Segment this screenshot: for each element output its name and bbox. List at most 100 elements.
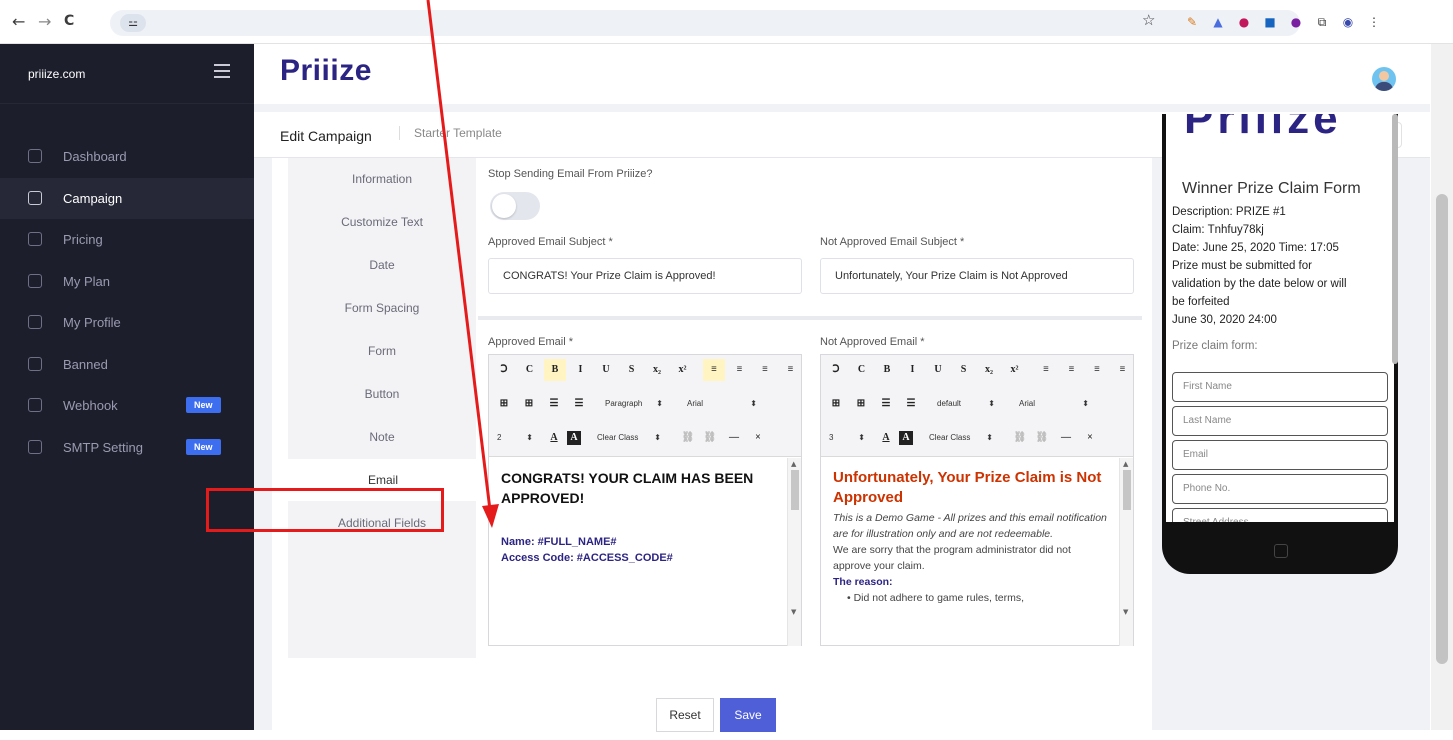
toolbar-button[interactable]: B: [544, 359, 566, 381]
toolbar-button[interactable]: U: [595, 359, 617, 381]
sidebar-item-banned[interactable]: Banned: [0, 344, 254, 386]
dot-icon[interactable]: ●: [1288, 14, 1304, 30]
tab-button[interactable]: Button: [288, 373, 476, 415]
preview-field-first-name[interactable]: First Name: [1172, 372, 1388, 402]
toolbar-button[interactable]: x₂: [978, 359, 1000, 381]
list-format-button[interactable]: ☰: [543, 393, 565, 415]
approved-editor-scrollbar[interactable]: ▲ ▼: [787, 458, 801, 646]
toolbar-button[interactable]: Ↄ: [493, 359, 515, 381]
not-approved-email-editor[interactable]: Ↄ C B I U Sx₂ x² ≡ ≡ ≡ ≡ ⊞ ⊞ ☰ ☰ default ⬍ Arial ⬍ 3 ⬍ A A Clea…: [820, 354, 1134, 646]
pen-icon[interactable]: ✎: [1184, 14, 1200, 30]
breadcrumb[interactable]: Starter Template: [399, 126, 502, 140]
preview-scrollbar[interactable]: [1392, 114, 1398, 374]
toolbar-button[interactable]: S: [953, 359, 975, 381]
puzzle-icon[interactable]: ⧉: [1314, 14, 1330, 30]
site-info-icon[interactable]: ⚍: [120, 14, 146, 32]
font-select[interactable]: Arial ⬍: [687, 393, 757, 415]
logo[interactable]: Priiize: [280, 54, 372, 88]
toolbar-button[interactable]: C: [851, 359, 873, 381]
sidebar-item-smtp-setting[interactable]: SMTP Setting New: [0, 427, 254, 469]
window-scrollbar[interactable]: [1431, 44, 1453, 730]
sidebar-item-my-profile[interactable]: My Profile: [0, 302, 254, 344]
hamburger-icon[interactable]: [214, 64, 230, 78]
preview-field-email[interactable]: Email: [1172, 440, 1388, 470]
approved-subject-input[interactable]: CONGRATS! Your Prize Claim is Approved!: [488, 258, 802, 294]
sidebar-item-webhook[interactable]: Webhook New: [0, 385, 254, 427]
unlink-icon[interactable]: ⛓: [1031, 427, 1053, 449]
toolbar-button[interactable]: ≡: [754, 359, 776, 381]
menu-icon[interactable]: ⋮: [1366, 14, 1382, 30]
font-select[interactable]: Arial ⬍: [1019, 393, 1089, 415]
toolbar-button[interactable]: ≡: [1086, 359, 1108, 381]
list-format-button[interactable]: ⊞: [825, 393, 847, 415]
toolbar-button[interactable]: ≡: [780, 359, 802, 381]
font-size-select[interactable]: 2 ⬍: [497, 427, 533, 449]
unlink-icon[interactable]: ⛓: [699, 427, 721, 449]
not-approved-subject-input[interactable]: Unfortunately, Your Prize Claim is Not A…: [820, 258, 1134, 294]
horizontal-rule-icon[interactable]: —: [723, 427, 745, 449]
list-format-button[interactable]: ⊞: [493, 393, 515, 415]
toolbar-button[interactable]: S: [621, 359, 643, 381]
font-color-button[interactable]: A: [543, 427, 565, 449]
toolbar-button[interactable]: ≡: [729, 359, 751, 381]
profile-icon[interactable]: ◉: [1340, 14, 1356, 30]
font-size-select[interactable]: 3 ⬍: [829, 427, 865, 449]
tab-form-spacing[interactable]: Form Spacing: [288, 287, 476, 329]
preview-field-phone-no[interactable]: Phone No.: [1172, 474, 1388, 504]
save-button[interactable]: Save: [720, 698, 776, 732]
list-format-button[interactable]: ☰: [568, 393, 590, 415]
horizontal-rule-icon[interactable]: —: [1055, 427, 1077, 449]
not-approved-email-body[interactable]: Unfortunately, Your Prize Claim is Not A…: [821, 458, 1133, 646]
toolbar-button[interactable]: U: [927, 359, 949, 381]
brand-name[interactable]: priiize.com: [28, 67, 85, 81]
stop-email-toggle[interactable]: [490, 192, 540, 220]
tab-customize-text[interactable]: Customize Text: [288, 201, 476, 243]
background-color-button[interactable]: A: [899, 431, 913, 445]
background-color-button[interactable]: A: [567, 431, 581, 445]
list-format-button[interactable]: ⊞: [850, 393, 872, 415]
format-select[interactable]: Paragraph ⬍: [605, 393, 663, 415]
back-icon[interactable]: ←: [12, 12, 25, 31]
address-bar[interactable]: [110, 10, 1300, 36]
avatar[interactable]: [1372, 67, 1396, 91]
sidebar-item-my-plan[interactable]: My Plan: [0, 261, 254, 303]
star-icon[interactable]: ☆: [1142, 11, 1155, 29]
reset-button[interactable]: Reset: [656, 698, 714, 732]
sidebar-item-dashboard[interactable]: Dashboard: [0, 136, 254, 178]
tab-form[interactable]: Form: [288, 330, 476, 372]
toolbar-button[interactable]: I: [570, 359, 592, 381]
preview-field-street-address[interactable]: Street Address: [1172, 508, 1388, 522]
circle-icon[interactable]: ●: [1236, 14, 1252, 30]
square-icon[interactable]: ■: [1262, 14, 1278, 30]
sidebar-item-campaign[interactable]: Campaign: [0, 177, 254, 219]
toolbar-button[interactable]: ≡: [703, 359, 725, 381]
remove-format-icon[interactable]: ×: [747, 427, 769, 449]
toolbar-button[interactable]: ≡: [1112, 359, 1134, 381]
preview-field-last-name[interactable]: Last Name: [1172, 406, 1388, 436]
clear-class-select[interactable]: Clear Class ⬍: [597, 427, 661, 449]
tab-information[interactable]: Information: [288, 158, 476, 200]
forward-icon[interactable]: →: [38, 12, 51, 31]
list-format-button[interactable]: ☰: [875, 393, 897, 415]
sidebar-item-pricing[interactable]: Pricing: [0, 219, 254, 261]
toolbar-button[interactable]: Ↄ: [825, 359, 847, 381]
toolbar-button[interactable]: B: [876, 359, 898, 381]
toolbar-button[interactable]: ≡: [1035, 359, 1057, 381]
toolbar-button[interactable]: x²: [672, 359, 694, 381]
tab-date[interactable]: Date: [288, 244, 476, 286]
toolbar-button[interactable]: ≡: [1061, 359, 1083, 381]
toolbar-button[interactable]: I: [902, 359, 924, 381]
approved-email-editor[interactable]: Ↄ C B I U Sx₂ x² ≡ ≡ ≡ ≡ ⊞ ⊞ ☰ ☰ Paragraph ⬍ Arial ⬍ 2 ⬍ A A Cl…: [488, 354, 802, 646]
chart-icon[interactable]: ▲: [1210, 14, 1226, 30]
toolbar-button[interactable]: C: [519, 359, 541, 381]
remove-format-icon[interactable]: ×: [1079, 427, 1101, 449]
format-select[interactable]: default ⬍: [937, 393, 995, 415]
toolbar-button[interactable]: x₂: [646, 359, 668, 381]
clear-class-select[interactable]: Clear Class ⬍: [929, 427, 993, 449]
link-icon[interactable]: ⛓: [1009, 427, 1031, 449]
not-approved-editor-scrollbar[interactable]: ▲ ▼: [1119, 458, 1133, 646]
list-format-button[interactable]: ☰: [900, 393, 922, 415]
list-format-button[interactable]: ⊞: [518, 393, 540, 415]
approved-email-body[interactable]: CONGRATS! YOUR CLAIM HAS BEEN APPROVED! …: [489, 458, 801, 646]
tab-note[interactable]: Note: [288, 416, 476, 458]
